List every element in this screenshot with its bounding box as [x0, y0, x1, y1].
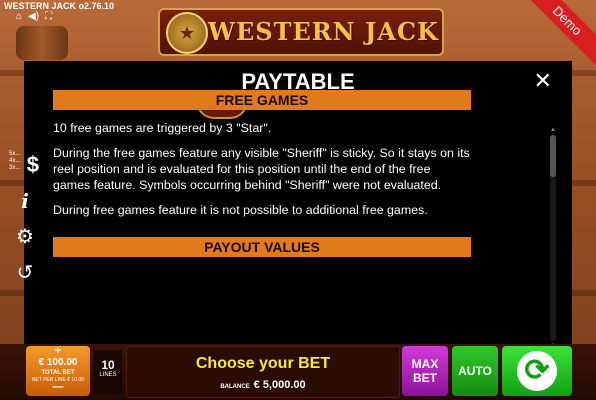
- scrollbar[interactable]: ▲ ▼: [550, 127, 556, 349]
- choose-bet-message: Choose your BET: [195, 355, 331, 372]
- balance-label: BALANCE: [220, 384, 250, 390]
- game-logo: ★ WESTERN JACK: [158, 8, 444, 56]
- logo-text: WESTERN JACK: [208, 17, 439, 46]
- multiplier-list: 5x... 4x... 3x...: [9, 151, 20, 172]
- scroll-up-icon[interactable]: ▲: [549, 127, 557, 133]
- max-bet-label: BET: [413, 371, 437, 385]
- message-panel: Choose your BET BALANCE € 5,000.00: [126, 346, 400, 398]
- bet-minus-button[interactable]: —: [26, 381, 90, 393]
- paytable-side-menu: 5x... 4x... 3x... $ i ⚙ ↺: [6, 148, 44, 292]
- sheriff-star-icon: ★: [166, 12, 208, 54]
- multiplier-label: 5x...: [9, 151, 21, 157]
- paytable-button[interactable]: 5x... 4x... 3x... $: [6, 148, 44, 182]
- lines-label: LINES: [99, 372, 117, 378]
- free-games-text: During the free games feature any visibl…: [53, 146, 470, 192]
- fullscreen-icon[interactable]: ⛶: [45, 12, 52, 22]
- dollar-icon: $: [26, 152, 39, 177]
- paytable-content: FREE GAMES 10 free games are triggered b…: [53, 90, 471, 257]
- free-games-text: 10 free games are triggered by 3 "Star".: [53, 121, 272, 135]
- lines-value: 10: [101, 358, 115, 372]
- max-bet-button[interactable]: MAX BET: [402, 346, 448, 396]
- multiplier-label: 4x...: [9, 158, 21, 164]
- multiplier-label: 3x...: [9, 165, 21, 171]
- barrel-decoration: [16, 26, 68, 60]
- bet-plus-button[interactable]: +: [26, 345, 90, 357]
- lines-display: 10 LINES: [94, 350, 122, 394]
- free-games-heading: FREE GAMES: [53, 90, 471, 110]
- total-bet-value: € 100.00: [38, 357, 78, 368]
- payout-values-heading: PAYOUT VALUES: [53, 237, 471, 257]
- bottom-bar: + € 100.00 TOTAL BET BET PER LINE € 10.0…: [0, 344, 596, 400]
- total-bet-control[interactable]: + € 100.00 TOTAL BET BET PER LINE € 10.0…: [26, 345, 90, 396]
- scrollbar-thumb[interactable]: [550, 135, 556, 177]
- close-icon[interactable]: ✕: [534, 70, 552, 92]
- spin-button[interactable]: ⟳: [502, 346, 572, 396]
- home-icon[interactable]: ⌂: [16, 12, 22, 22]
- balance-display: BALANCE € 5,000.00: [127, 379, 399, 391]
- total-bet-label: TOTAL BET: [41, 370, 75, 376]
- sound-icon[interactable]: ◀): [28, 12, 39, 22]
- gear-icon[interactable]: ⚙: [6, 220, 44, 254]
- top-icons: ⌂ ◀) ⛶: [16, 12, 52, 22]
- balance-value: € 5,000.00: [253, 379, 306, 391]
- history-icon[interactable]: ↺: [6, 256, 44, 290]
- game-version-title: WESTERN JACK o2.76.10: [4, 1, 115, 11]
- info-icon[interactable]: i: [6, 184, 44, 218]
- auto-button[interactable]: AUTO: [452, 346, 498, 396]
- max-bet-label: MAX: [411, 357, 439, 371]
- spin-icon: ⟳: [517, 351, 557, 391]
- free-games-text: During free games feature it is not poss…: [53, 203, 428, 217]
